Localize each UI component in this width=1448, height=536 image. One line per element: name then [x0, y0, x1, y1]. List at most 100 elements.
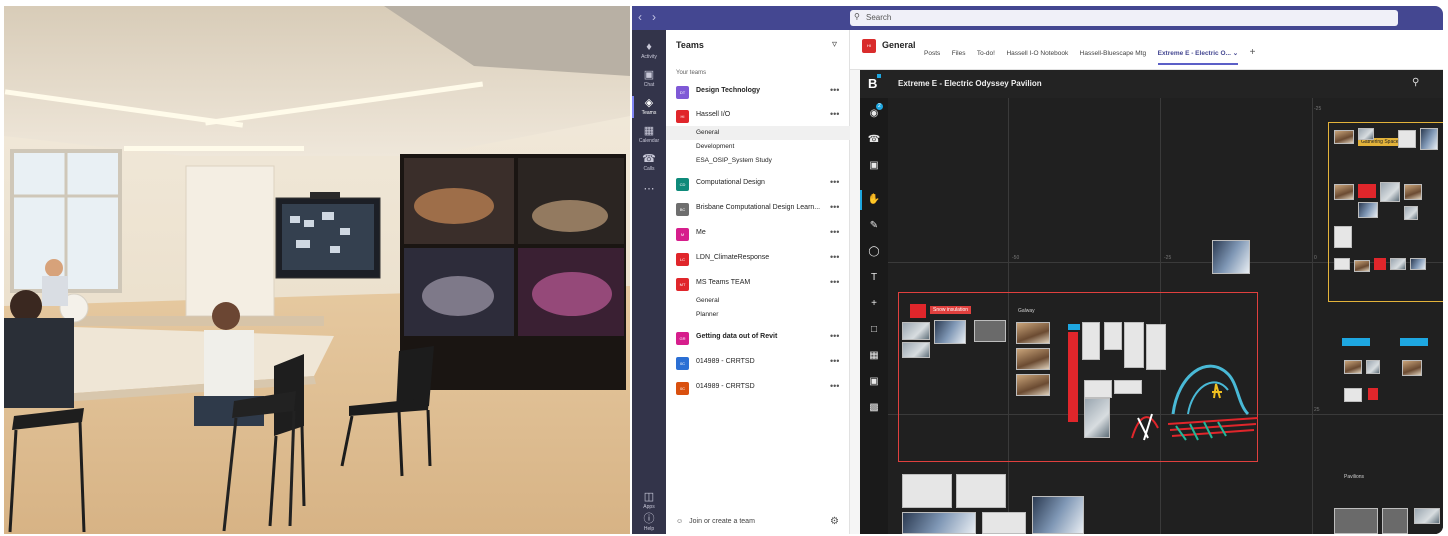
- image-card[interactable]: [1334, 130, 1354, 144]
- team-revit[interactable]: GR Getting data out of Revit •••: [666, 330, 850, 346]
- rail-chat[interactable]: ▣ Chat: [632, 66, 666, 92]
- image-card[interactable]: [1016, 322, 1050, 344]
- team-design-technology[interactable]: DT Design Technology •••: [666, 84, 850, 100]
- team-me[interactable]: M Me •••: [666, 226, 850, 242]
- image-card[interactable]: [1334, 508, 1378, 534]
- phone-icon[interactable]: ☎: [866, 132, 882, 148]
- filter-icon[interactable]: ▿: [832, 39, 837, 50]
- image-card[interactable]: [902, 512, 976, 534]
- tab-todo[interactable]: To-do!: [977, 50, 995, 57]
- rail-teams[interactable]: ◈ Teams: [632, 94, 666, 120]
- image-card[interactable]: [902, 322, 930, 340]
- image-card[interactable]: [1414, 508, 1440, 524]
- image-card[interactable]: [1084, 398, 1110, 438]
- team-ldn-climate[interactable]: LC LDN_ClimateResponse •••: [666, 251, 850, 267]
- image-card[interactable]: [934, 320, 966, 344]
- tab-bluescape-mtg[interactable]: Hassell-Bluescape Mtg: [1080, 50, 1146, 57]
- back-arrow-icon[interactable]: ‹: [638, 10, 652, 24]
- image-card[interactable]: [1382, 508, 1408, 534]
- image-card[interactable]: [1420, 128, 1438, 150]
- pen-icon[interactable]: ✎: [866, 218, 882, 234]
- channel-development[interactable]: Development: [666, 140, 850, 154]
- search-icon[interactable]: ⚲: [1412, 77, 1419, 88]
- rail-help[interactable]: ⓘ Help: [632, 510, 666, 534]
- image-card[interactable]: [1404, 184, 1422, 200]
- note-card[interactable]: [1334, 258, 1350, 270]
- channel-planner[interactable]: Planner: [666, 308, 850, 322]
- hand-icon[interactable]: ✋: [860, 190, 882, 210]
- focus-icon[interactable]: ▣: [866, 374, 882, 390]
- touch-icon[interactable]: ◉ 2: [866, 103, 883, 122]
- channel-general-ms[interactable]: General: [666, 294, 850, 308]
- image-card[interactable]: [1402, 360, 1422, 376]
- note-card[interactable]: [1344, 388, 1362, 402]
- search-input[interactable]: ⚲ Search: [850, 10, 1398, 26]
- team-014989-b[interactable]: 0C 014989 - CRRTSD •••: [666, 380, 850, 396]
- image-card[interactable]: [974, 320, 1006, 342]
- rail-more[interactable]: ⋯: [632, 180, 666, 206]
- note-card[interactable]: [1124, 322, 1144, 368]
- rail-calendar[interactable]: ▦ Calendar: [632, 122, 666, 148]
- team-hassell-io[interactable]: HI Hassell I/O •••: [666, 108, 850, 124]
- more-options-icon[interactable]: •••: [830, 227, 839, 237]
- team-brisbane-cd[interactable]: BC Brisbane Computational Design Learn..…: [666, 201, 850, 217]
- note-icon[interactable]: □: [866, 322, 882, 338]
- image-card[interactable]: [902, 474, 952, 508]
- image-card[interactable]: [1358, 202, 1378, 218]
- text-icon[interactable]: T: [866, 270, 882, 286]
- note-card[interactable]: [1146, 324, 1166, 370]
- channel-esa-osip[interactable]: ESA_OSIP_System Study: [666, 154, 850, 168]
- add-tab-icon[interactable]: +: [1250, 47, 1256, 58]
- more-options-icon[interactable]: •••: [830, 356, 839, 366]
- more-options-icon[interactable]: •••: [830, 177, 839, 187]
- image-card[interactable]: [1390, 258, 1406, 270]
- fit-icon[interactable]: ▩: [866, 400, 882, 416]
- join-create-team-button[interactable]: ☺ Join or create a team: [676, 518, 755, 525]
- image-card[interactable]: [1334, 184, 1354, 200]
- more-options-icon[interactable]: •••: [830, 252, 839, 262]
- more-options-icon[interactable]: •••: [830, 277, 839, 287]
- team-ms-teams[interactable]: MT MS Teams TEAM •••: [666, 276, 850, 292]
- channel-general[interactable]: General: [666, 126, 850, 140]
- tab-notebook[interactable]: Hassell I-O Notebook: [1006, 50, 1068, 57]
- image-card[interactable]: [1404, 206, 1418, 220]
- image-card[interactable]: [1354, 260, 1370, 272]
- forward-arrow-icon[interactable]: ›: [652, 10, 666, 24]
- image-card[interactable]: [1366, 360, 1380, 374]
- image-card[interactable]: [1380, 182, 1400, 202]
- tab-posts[interactable]: Posts: [924, 50, 940, 57]
- rail-activity[interactable]: ♦ Activity: [632, 38, 666, 64]
- chart-card[interactable]: [982, 512, 1026, 534]
- image-card[interactable]: [1016, 348, 1050, 370]
- more-options-icon[interactable]: •••: [830, 85, 839, 95]
- image-card[interactable]: [902, 342, 930, 358]
- image-card[interactable]: [1358, 128, 1374, 140]
- more-options-icon[interactable]: •••: [830, 202, 839, 212]
- workspace-canvas[interactable]: -50 -25 0 -25 25 Snow insulation Galway: [888, 98, 1443, 534]
- tab-extreme-e[interactable]: Extreme E - Electric O... ⌄: [1157, 49, 1238, 65]
- chart-card[interactable]: [1032, 496, 1084, 534]
- more-options-icon[interactable]: •••: [830, 109, 839, 119]
- rail-calls[interactable]: ☎ Calls: [632, 150, 666, 176]
- more-options-icon[interactable]: •••: [830, 381, 839, 391]
- image-card[interactable]: [1410, 258, 1426, 270]
- note-card[interactable]: [1082, 322, 1100, 360]
- image-card[interactable]: [956, 474, 1006, 508]
- add-icon[interactable]: +: [866, 296, 882, 312]
- image-card[interactable]: [1016, 374, 1050, 396]
- comment-icon[interactable]: ▣: [866, 158, 882, 174]
- gear-icon[interactable]: ⚙: [830, 516, 839, 527]
- grid-icon[interactable]: ▦: [866, 348, 882, 364]
- note-card[interactable]: [1114, 380, 1142, 394]
- image-card[interactable]: [1344, 360, 1362, 374]
- note-card[interactable]: [1398, 130, 1416, 148]
- note-card[interactable]: [1334, 226, 1352, 248]
- more-options-icon[interactable]: •••: [830, 331, 839, 341]
- note-card[interactable]: [1104, 322, 1122, 350]
- shapes-icon[interactable]: ◯: [866, 244, 882, 260]
- team-014989-a[interactable]: 0C 014989 - CRRTSD •••: [666, 355, 850, 371]
- image-card[interactable]: [1212, 240, 1250, 274]
- note-card[interactable]: [1084, 380, 1112, 398]
- team-computational-design[interactable]: CD Computational Design •••: [666, 176, 850, 192]
- tab-files[interactable]: Files: [952, 50, 966, 57]
